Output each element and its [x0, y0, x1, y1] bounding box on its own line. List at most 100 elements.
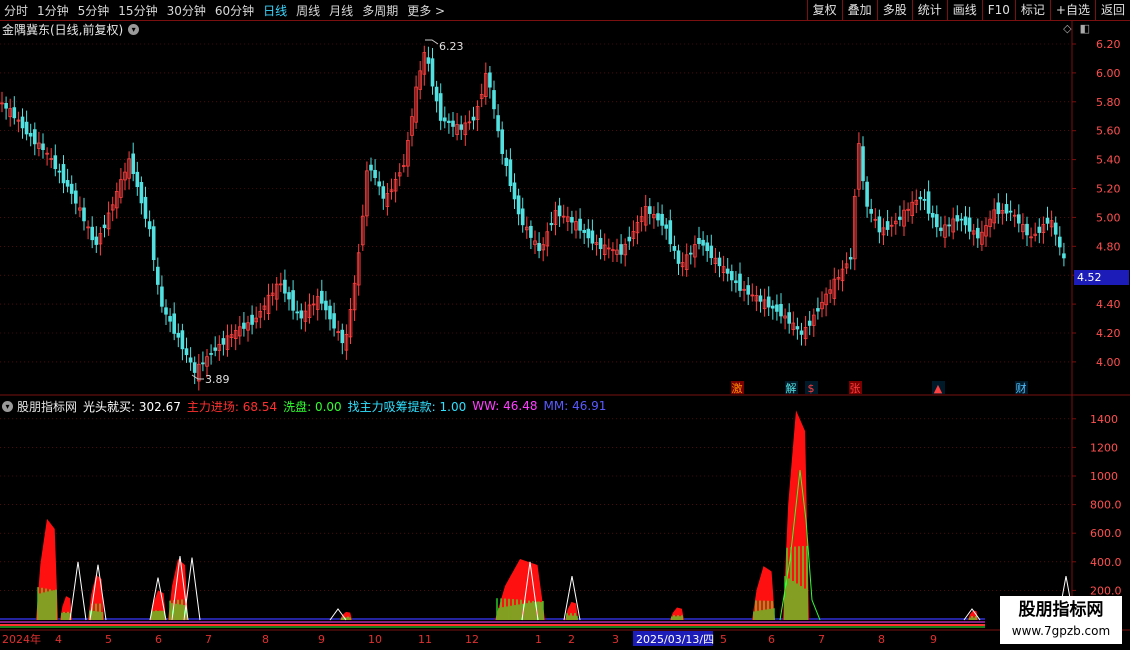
candle-body: [660, 213, 664, 226]
candle-body: [648, 206, 652, 214]
candle-body: [451, 120, 455, 127]
date-axis-label: 7: [818, 633, 825, 646]
price-tick-label: 6.00: [1096, 67, 1121, 80]
candle-body: [143, 196, 148, 219]
candle-body: [61, 164, 66, 184]
candle-body: [1053, 222, 1058, 235]
candle-body: [373, 169, 377, 178]
candle-body: [869, 209, 873, 214]
candle-body: [746, 285, 750, 295]
candle-body: [33, 129, 37, 145]
candle-body: [151, 226, 156, 261]
chevron-down-icon[interactable]: ▾: [2, 400, 13, 412]
watermark: 股朋指标网 www.7gpzb.com: [1000, 596, 1122, 644]
candle-body: [861, 146, 865, 182]
candle-body: [74, 190, 78, 204]
candle-body: [689, 252, 693, 255]
indicator-tick-label: 600.0: [1090, 527, 1122, 540]
candle-body: [1004, 204, 1009, 214]
indicator-value: 主力进场: 68.54: [186, 399, 278, 414]
candle-body: [516, 195, 521, 215]
low-marker: [191, 374, 204, 380]
date-axis-label: 2024年: [2, 632, 41, 646]
candle-body: [1058, 236, 1062, 248]
candle-body: [180, 330, 185, 350]
indicator-value: 找主力吸筹提款: 1.00: [347, 399, 467, 414]
candle-body: [287, 292, 291, 300]
candle-body: [492, 90, 496, 110]
candle-body: [664, 224, 668, 229]
low-price-label: 3.89: [205, 373, 230, 386]
indicator-tick-label: 1400: [1090, 413, 1118, 426]
candle-body: [996, 202, 1001, 215]
candle-body: [20, 116, 25, 129]
price-tick-label: 5.20: [1096, 183, 1121, 196]
candle-body: [213, 347, 218, 351]
indicator-tick-label: 400.0: [1090, 556, 1122, 569]
event-marker: ▲: [934, 382, 943, 395]
candle-body: [57, 170, 62, 173]
date-axis-label: 9: [318, 633, 325, 646]
candle-body: [701, 239, 705, 246]
date-axis-label: 3: [612, 633, 619, 646]
candle-body: [139, 182, 144, 204]
candle-body: [1017, 214, 1021, 224]
candle-body: [41, 143, 45, 151]
candle-body: [90, 226, 95, 241]
candle-body: [939, 227, 943, 231]
price-tick-label: 5.00: [1096, 211, 1121, 224]
candle-body: [898, 216, 902, 220]
candle-body: [1037, 226, 1042, 233]
candle-body: [848, 257, 853, 260]
candle-body: [705, 242, 709, 252]
candle-body: [766, 296, 771, 308]
candle-body: [807, 320, 812, 326]
candle-body: [291, 290, 295, 311]
candle-body: [537, 242, 541, 252]
candle-body: [963, 216, 968, 226]
price-tick-label: 4.80: [1096, 240, 1121, 253]
candle-body: [155, 266, 160, 285]
indicator-value: WW: 46.48: [472, 399, 538, 413]
candle-body: [1025, 223, 1029, 236]
candle-body: [24, 121, 29, 135]
price-tick-label: 4.20: [1096, 327, 1121, 340]
candle-body: [168, 316, 172, 322]
candle-body: [598, 237, 603, 250]
kline-chart[interactable]: 6.206.005.805.605.405.205.004.804.604.40…: [0, 0, 1130, 650]
candle-body: [328, 305, 332, 320]
candle-body: [160, 286, 164, 307]
candle-body: [221, 338, 226, 345]
candle-body: [102, 224, 107, 229]
candle-body: [381, 186, 386, 199]
price-tick-label: 4.40: [1096, 298, 1121, 311]
candle-body: [82, 207, 86, 222]
candle-body: [930, 212, 935, 218]
candle-body: [1062, 253, 1066, 259]
event-marker: 张: [850, 382, 861, 395]
candle-body: [369, 164, 373, 171]
candle-body: [578, 218, 582, 231]
date-axis-label: 6: [155, 633, 162, 646]
candle-body: [795, 326, 800, 330]
current-price-tag: 4.52: [1074, 270, 1129, 285]
candle-body: [885, 221, 890, 230]
candle-body: [459, 124, 463, 130]
candle-body: [787, 312, 791, 324]
candle-body: [627, 236, 632, 242]
date-axis-label: 2: [568, 633, 575, 646]
price-tick-label: 5.80: [1096, 96, 1121, 109]
candle-body: [730, 271, 734, 281]
candle-body: [242, 322, 246, 329]
candle-body: [586, 228, 591, 239]
candle-body: [922, 198, 927, 201]
candle-body: [488, 72, 492, 88]
candle-body: [299, 310, 304, 319]
candle-body: [201, 362, 205, 365]
candle-body: [758, 295, 763, 302]
candle-body: [775, 304, 779, 312]
candle-body: [549, 223, 554, 226]
candle-body: [1045, 217, 1050, 224]
candle-body: [94, 236, 99, 245]
date-axis-label: 5: [720, 633, 727, 646]
